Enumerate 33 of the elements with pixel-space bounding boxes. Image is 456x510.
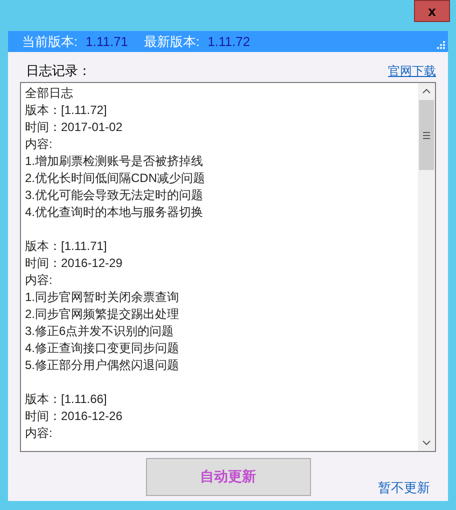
log-line: 4.修正查询接口变更同步问题	[25, 341, 180, 355]
grip-icon	[423, 132, 430, 138]
log-line: 全部日志	[25, 86, 73, 100]
log-line: 版本：[1.11.66]	[25, 392, 107, 406]
log-line: 内容:	[25, 137, 52, 151]
download-link[interactable]: 官网下载	[388, 62, 436, 80]
latest-version: 1.11.72	[208, 32, 250, 51]
latest-version-label: 最新版本:	[144, 32, 200, 51]
log-line: 5.修正部分用户偶然闪退问题	[25, 358, 180, 372]
log-line: 1.增加刷票检测账号是否被挤掉线	[25, 154, 204, 168]
log-line: 版本：[1.11.71]	[25, 239, 107, 253]
scroll-thumb[interactable]	[419, 100, 434, 170]
log-line: 4.优化查询时的本地与服务器切换	[25, 205, 204, 219]
log-line: 2.同步官网频繁提交踢出处理	[25, 307, 180, 321]
log-line: 内容:	[25, 273, 52, 287]
log-line: 时间：2016-12-26	[25, 409, 122, 423]
log-text-area[interactable]	[20, 82, 436, 452]
log-line: 时间：2016-12-29	[25, 256, 122, 270]
close-button[interactable]: x	[414, 0, 450, 22]
log-line: 时间：2017-01-02	[25, 120, 122, 134]
log-line: 2.优化长时间低间隔CDN减少问题	[25, 171, 206, 185]
log-line: 3.修正6点并发不识别的问题	[25, 324, 174, 338]
current-version-label: 当前版本:	[22, 32, 78, 51]
scrollbar[interactable]	[418, 83, 435, 451]
log-label: 日志记录：	[26, 62, 91, 80]
current-version: 1.11.71	[86, 32, 128, 51]
auto-update-button[interactable]: 自动更新	[146, 458, 310, 496]
log-line: 版本：[1.11.72]	[25, 103, 107, 117]
log-line: 1.同步官网暂时关闭余票查询	[25, 290, 180, 304]
log-line: 3.优化可能会导致无法定时的问题	[25, 188, 204, 202]
skip-update-link[interactable]: 暂不更新	[378, 478, 430, 497]
resize-grip-icon	[436, 40, 446, 50]
log-line: 内容:	[25, 426, 52, 440]
